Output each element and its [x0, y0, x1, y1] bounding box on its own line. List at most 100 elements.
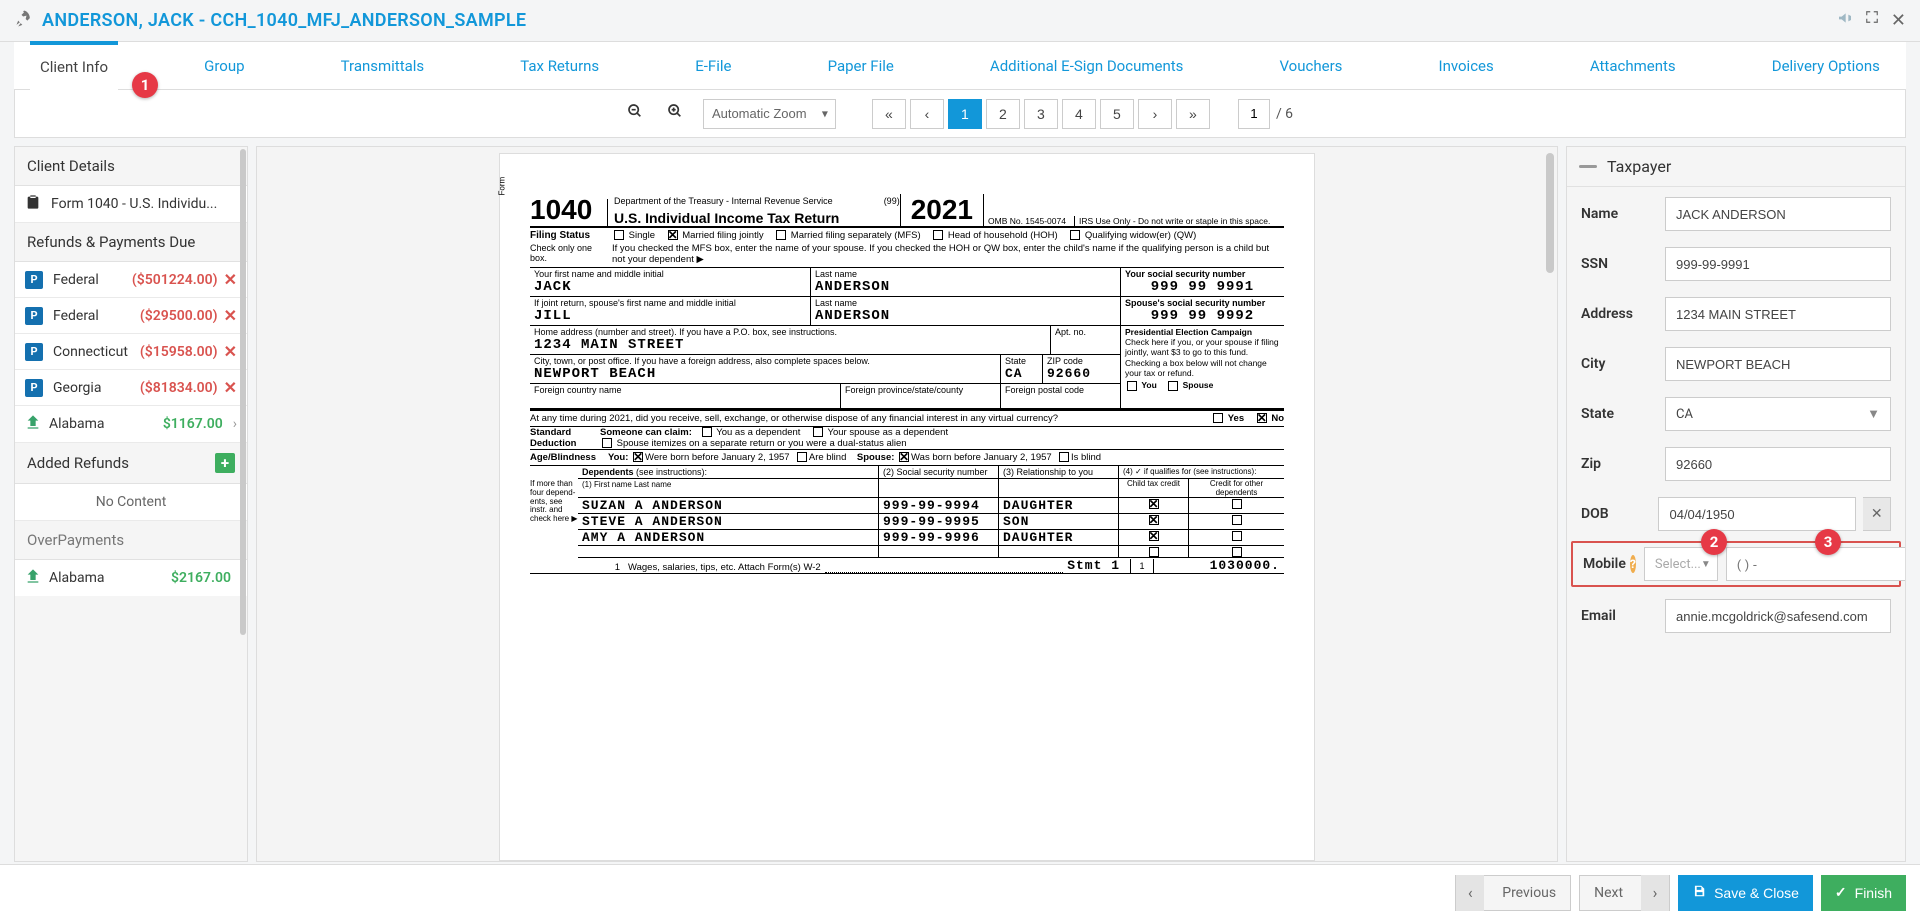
payment-icon: P [25, 379, 43, 397]
email-field[interactable] [1665, 599, 1891, 633]
chevron-right-icon: › [1641, 875, 1669, 911]
footer-bar: ‹ Previous Next › Save & Close ✓ Finish [0, 864, 1920, 920]
spouse-ssn: 999 99 9992 [1125, 308, 1280, 324]
previous-button[interactable]: ‹ Previous [1455, 875, 1571, 911]
pager-page-1[interactable]: 1 [948, 99, 982, 129]
name-field[interactable] [1665, 197, 1891, 231]
address-label: Address [1581, 306, 1657, 322]
filing-hint: Check only one box. [530, 243, 608, 263]
pager-prev[interactable]: ‹ [910, 99, 944, 129]
home-address: 1234 MAIN STREET [534, 337, 1046, 353]
callout-1: 1 [132, 72, 158, 98]
tab-attachments[interactable]: Attachments [1580, 42, 1686, 89]
next-button[interactable]: Next › [1579, 875, 1670, 911]
viewer-scrollbar[interactable] [1543, 147, 1557, 861]
refund-amount: ($29500.00) [140, 308, 218, 324]
omb-no: OMB No. 1545-0074 [984, 216, 1074, 226]
chevron-down-icon: ▼ [1701, 559, 1711, 570]
city: NEWPORT BEACH [534, 366, 996, 382]
zoom-in-icon[interactable] [667, 103, 683, 124]
remove-icon[interactable]: ✕ [224, 306, 237, 325]
add-refund-button[interactable]: + [215, 453, 235, 473]
no-content: No Content [15, 484, 247, 521]
remove-icon[interactable]: ✕ [224, 378, 237, 397]
scrollbar-thumb[interactable] [240, 149, 246, 635]
pager-page-3[interactable]: 3 [1024, 99, 1058, 129]
mobile-highlight: Mobile ? Select...▼ 2 3 [1571, 541, 1901, 587]
finish-button[interactable]: ✓ Finish [1821, 875, 1906, 911]
city-field[interactable] [1665, 347, 1891, 381]
added-refunds-header: Added Refunds + [15, 443, 247, 484]
hand-icon [25, 568, 41, 588]
refund-row[interactable]: Alabama $1167.00 › [15, 406, 247, 443]
save-close-button[interactable]: Save & Close [1678, 875, 1813, 911]
pager-page-5[interactable]: 5 [1100, 99, 1134, 129]
client-details-header: Client Details [15, 147, 247, 186]
collapse-icon[interactable] [1579, 165, 1597, 168]
announce-icon[interactable] [1837, 10, 1853, 31]
refund-name: Alabama [49, 416, 163, 432]
remove-icon[interactable]: ✕ [224, 342, 237, 361]
pdf-viewer[interactable]: Form 1040 Department of the Treasury - I… [256, 146, 1558, 862]
tab-vouchers[interactable]: Vouchers [1269, 42, 1352, 89]
address-field[interactable] [1665, 297, 1891, 331]
zip-field[interactable] [1665, 447, 1891, 481]
fullscreen-icon[interactable] [1865, 10, 1879, 31]
payment-icon: P [25, 307, 43, 325]
app-header: ANDERSON, JACK - CCH_1040_MFJ_ANDERSON_S… [0, 0, 1920, 42]
refund-name: Federal [53, 272, 132, 288]
close-icon[interactable]: ✕ [1891, 10, 1906, 31]
refund-row[interactable]: P Federal ($501224.00) ✕ [15, 262, 247, 298]
pager-page-4[interactable]: 4 [1062, 99, 1096, 129]
tab-paper-file[interactable]: Paper File [818, 42, 904, 89]
overpay-row[interactable]: Alabama $2167.00 [15, 560, 247, 596]
remove-icon[interactable]: ✕ [224, 270, 237, 289]
tab-esign-docs[interactable]: Additional E-Sign Documents [980, 42, 1193, 89]
pager-page-2[interactable]: 2 [986, 99, 1020, 129]
form-item[interactable]: Form 1040 - U.S. Individu... [15, 186, 247, 223]
taxpayer-ssn: 999 99 9991 [1125, 279, 1280, 295]
pager-first[interactable]: « [872, 99, 906, 129]
city-label: City [1581, 356, 1657, 372]
overpayments-header: OverPayments [15, 521, 247, 560]
ssn-field[interactable] [1665, 247, 1891, 281]
form-dept: Department of the Treasury - Internal Re… [614, 196, 884, 206]
refund-row[interactable]: P Connecticut ($15958.00) ✕ [15, 334, 247, 370]
form-99: (99) [884, 196, 900, 206]
tab-client-info[interactable]: Client Info [30, 41, 118, 89]
spouse-last: ANDERSON [815, 308, 1116, 324]
tab-invoices[interactable]: Invoices [1428, 42, 1503, 89]
zoom-out-icon[interactable] [627, 103, 643, 124]
pager-last[interactable]: » [1176, 99, 1210, 129]
refunds-header: Refunds & Payments Due [15, 223, 247, 262]
clear-dob-button[interactable]: ✕ [1863, 497, 1891, 531]
state-label: State [1581, 406, 1657, 422]
overpay-amount: $2167.00 [171, 570, 231, 586]
pager-next[interactable]: › [1138, 99, 1172, 129]
tab-transmittals[interactable]: Transmittals [331, 42, 435, 89]
refund-row[interactable]: P Federal ($29500.00) ✕ [15, 298, 247, 334]
state-select[interactable]: CA▼ [1665, 397, 1891, 431]
pdf-toolbar: Automatic Zoom « ‹ 1 2 3 4 5 › » / 6 [14, 90, 1906, 138]
added-refunds-label: Added Refunds [27, 454, 129, 472]
tab-efile[interactable]: E-File [685, 42, 741, 89]
mobile-label: Mobile [1583, 556, 1626, 572]
help-icon[interactable]: ? [1630, 555, 1636, 573]
zip: 92660 [1047, 366, 1116, 381]
mobile-field[interactable] [1726, 547, 1906, 581]
page-title: ANDERSON, JACK - CCH_1040_MFJ_ANDERSON_S… [42, 10, 526, 31]
page-total: / 6 [1276, 106, 1293, 122]
left-sidebar: Client Details Form 1040 - U.S. Individu… [14, 146, 248, 862]
refund-amount: ($15958.00) [140, 344, 218, 360]
page-input[interactable] [1238, 99, 1270, 129]
wages-amount: 1030000. [1154, 558, 1284, 573]
tab-tax-returns[interactable]: Tax Returns [510, 42, 609, 89]
refund-row[interactable]: P Georgia ($81834.00) ✕ [15, 370, 247, 406]
refund-amount: ($501224.00) [132, 272, 218, 288]
dob-field[interactable] [1658, 497, 1856, 531]
filing-status-label: Filing Status [530, 230, 608, 241]
tab-group[interactable]: Group [194, 42, 254, 89]
tab-delivery-options[interactable]: Delivery Options [1762, 42, 1890, 89]
zoom-select[interactable]: Automatic Zoom [703, 99, 836, 129]
pager: « ‹ 1 2 3 4 5 › » [872, 99, 1210, 129]
